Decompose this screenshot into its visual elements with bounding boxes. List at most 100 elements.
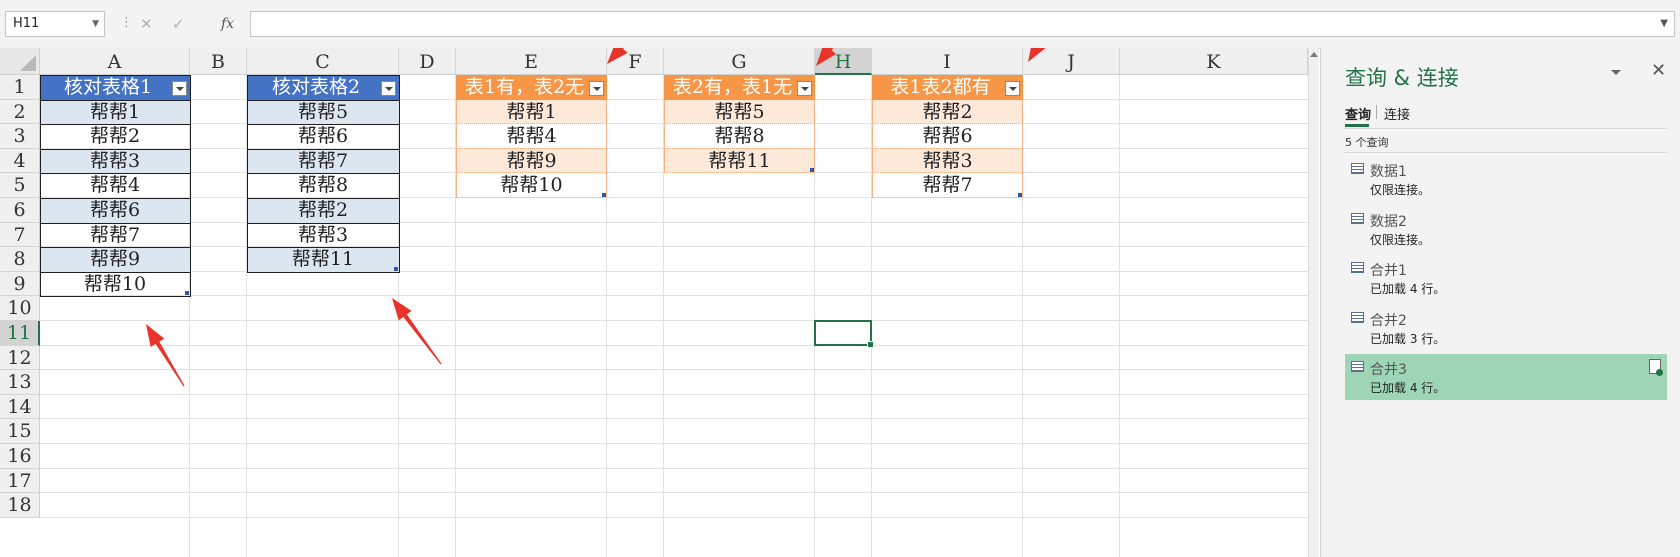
table-resize-handle[interactable] (1018, 193, 1022, 197)
table-cell[interactable]: 帮帮3 (40, 148, 190, 174)
table-cell[interactable]: 帮帮4 (40, 173, 190, 198)
row-header-17[interactable]: 17 (0, 468, 40, 494)
table-header-result1[interactable]: 表1有，表2无 (456, 75, 607, 100)
chevron-down-icon[interactable]: ▼ (92, 12, 99, 36)
table-cell[interactable]: 帮帮10 (40, 272, 190, 297)
filter-dropdown-icon[interactable] (1005, 81, 1020, 96)
table-cell[interactable]: 帮帮11 (247, 247, 399, 272)
formula-input[interactable]: ▼ (250, 11, 1675, 37)
gridline-row (40, 221, 1308, 223)
query-item[interactable]: 数据2 仅限连接。 (1345, 206, 1667, 252)
row-header-4[interactable]: 4 (0, 148, 40, 174)
table-cell[interactable]: 帮帮3 (247, 223, 399, 248)
query-item[interactable]: 合并3 已加载 4 行。 (1345, 354, 1667, 400)
tab-queries[interactable]: 查询 (1345, 104, 1371, 123)
table-cell[interactable]: 帮帮2 (40, 124, 190, 149)
row-header-7[interactable]: 7 (0, 222, 40, 248)
table-header-table2[interactable]: 核对表格2 (247, 75, 399, 100)
row-header-12[interactable]: 12 (0, 345, 40, 371)
divider (1345, 152, 1667, 153)
column-header-i[interactable]: I (872, 48, 1023, 75)
column-header-d[interactable]: D (399, 48, 456, 75)
column-header-j[interactable]: J (1023, 48, 1120, 75)
table-icon (1351, 163, 1364, 174)
row-header-1[interactable]: 1 (0, 75, 40, 100)
row-header-13[interactable]: 13 (0, 370, 40, 395)
table-icon (1351, 311, 1364, 323)
filter-dropdown-icon[interactable] (172, 81, 187, 96)
table-cell[interactable]: 帮帮1 (40, 99, 190, 125)
table-resize-handle[interactable] (602, 193, 606, 197)
query-status: 仅限连接。 (1370, 232, 1431, 247)
table-header-label: 表2有，表1无 (672, 76, 793, 98)
row-header-3[interactable]: 3 (0, 124, 40, 149)
expand-formula-icon[interactable]: ▼ (1660, 12, 1668, 36)
row-header-2[interactable]: 2 (0, 99, 40, 125)
column-header-f[interactable]: F (607, 48, 664, 75)
row-header-16[interactable]: 16 (0, 444, 40, 469)
table-cell[interactable]: 帮帮7 (40, 223, 190, 248)
pane-options-chevron-icon[interactable] (1611, 70, 1621, 75)
gridline-row (40, 418, 1308, 420)
row-header-5[interactable]: 5 (0, 173, 40, 198)
column-header-g[interactable]: G (664, 48, 815, 75)
row-header-9[interactable]: 9 (0, 271, 40, 297)
table-cell[interactable]: 帮帮6 (247, 124, 399, 149)
queries-connections-pane: 查询 & 连接 ✕ 查询 连接 5 个查询 数据1 仅限连接。 数据2 仅限连接。 合并… (1320, 48, 1680, 557)
query-name: 数据2 (1370, 213, 1407, 230)
name-box[interactable]: H11 ▼ (5, 11, 105, 37)
enter-icon[interactable]: ✓ (172, 12, 185, 36)
table-cell[interactable]: 帮帮6 (40, 198, 190, 223)
active-cell-h11[interactable] (814, 320, 874, 348)
table-cell[interactable]: 帮帮7 (247, 148, 399, 174)
table-cell[interactable]: 帮帮9 (40, 247, 190, 272)
drag-handle-icon[interactable]: ⋮ (120, 13, 133, 33)
table-resize-handle[interactable] (810, 168, 814, 173)
table-resize-handle[interactable] (394, 266, 398, 271)
row-header-11[interactable]: 11 (0, 321, 40, 346)
row-header-6[interactable]: 6 (0, 198, 40, 223)
filter-dropdown-icon[interactable] (589, 81, 604, 96)
filter-dropdown-icon[interactable] (797, 81, 812, 96)
query-item[interactable]: 合并2 已加载 3 行。 (1345, 305, 1667, 351)
gridline-row (40, 467, 1308, 469)
table-outline (456, 99, 607, 198)
refresh-query-icon[interactable] (1649, 359, 1663, 376)
select-all-button[interactable] (0, 48, 40, 75)
table-cell[interactable]: 帮帮5 (247, 99, 399, 125)
row-header-8[interactable]: 8 (0, 247, 40, 272)
table-cell[interactable]: 帮帮2 (247, 198, 399, 223)
table-outline (664, 99, 815, 174)
vertical-scrollbar[interactable] (1308, 48, 1319, 557)
row-header-14[interactable]: 14 (0, 394, 40, 420)
table-cell[interactable]: 帮帮8 (247, 173, 399, 198)
table-outline (872, 99, 1023, 198)
table-header-result3[interactable]: 表1表2都有 (872, 75, 1023, 100)
row-header-18[interactable]: 18 (0, 493, 40, 518)
close-icon[interactable]: ✕ (1651, 60, 1666, 81)
table-header-table1[interactable]: 核对表格1 (40, 75, 190, 100)
column-header-k[interactable]: K (1120, 48, 1308, 75)
table-header-result2[interactable]: 表2有，表1无 (664, 75, 815, 100)
column-header-b[interactable]: B (190, 48, 247, 75)
insert-function-button[interactable]: fx (221, 12, 234, 36)
cancel-icon[interactable]: ✕ (140, 12, 153, 36)
query-item[interactable]: 数据1 仅限连接。 (1345, 156, 1667, 202)
column-header-h[interactable]: H (815, 48, 872, 75)
column-header-c[interactable]: C (247, 48, 399, 75)
scroll-up-icon[interactable] (1310, 52, 1318, 57)
table-resize-handle[interactable] (185, 291, 189, 296)
row-header-10[interactable]: 10 (0, 296, 40, 321)
annotation-layer (146, 48, 1046, 387)
query-status: 仅限连接。 (1370, 183, 1431, 197)
row-header-15[interactable]: 15 (0, 419, 40, 444)
query-status: 已加载 4 行。 (1370, 381, 1446, 395)
worksheet-grid[interactable]: A B C D E F G H I J K 1 2 3 4 5 6 7 8 9 10 11 12 13 14 15 16 17 18 核对… (0, 48, 1318, 557)
gridline-row (40, 197, 1308, 198)
query-item[interactable]: 合并1 已加载 4 行。 (1345, 255, 1667, 301)
column-header-e[interactable]: E (456, 48, 607, 75)
column-header-a[interactable]: A (40, 48, 190, 75)
formula-bar: H11 ▼ ⋮ ✕ ✓ fx ▼ (0, 0, 1680, 49)
tab-connections[interactable]: 连接 (1384, 104, 1410, 123)
filter-dropdown-icon[interactable] (381, 81, 396, 96)
